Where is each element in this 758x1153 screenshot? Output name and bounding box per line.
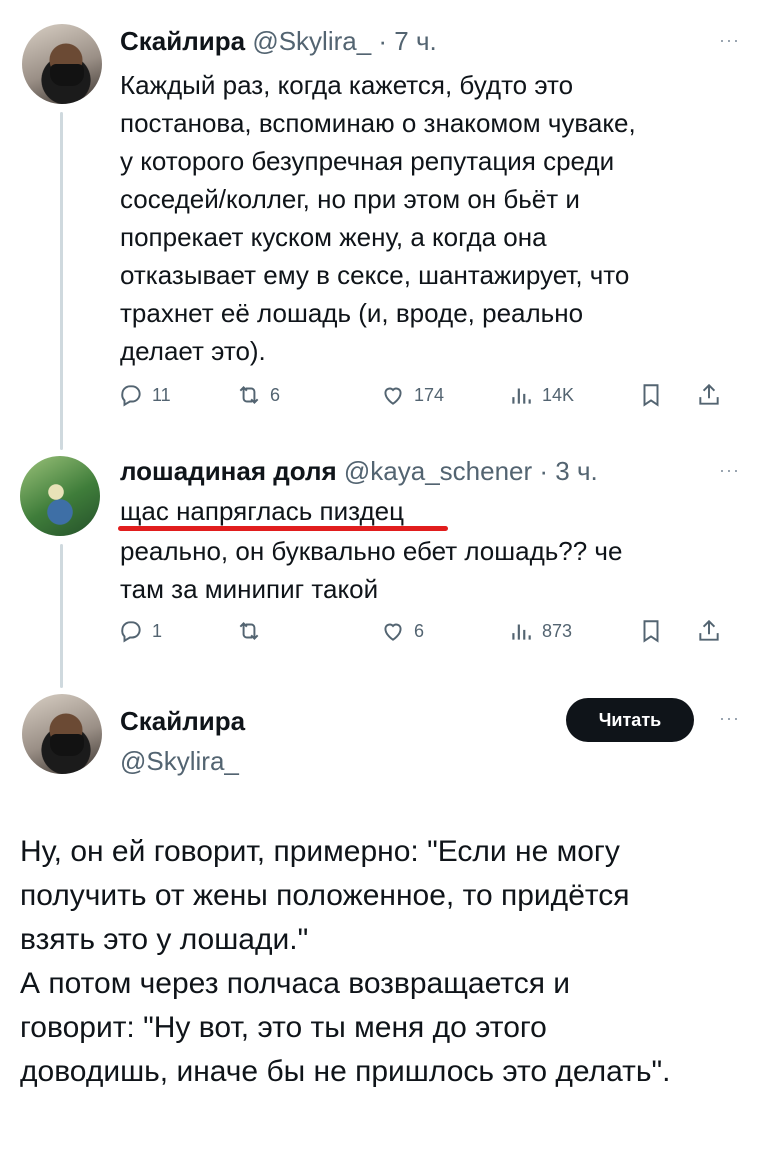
heart-icon [384, 387, 402, 405]
bookmark-icon [643, 384, 659, 407]
share-icon [699, 619, 719, 641]
red-underline-annotation [118, 526, 448, 531]
thread-line [60, 544, 63, 688]
follow-button[interactable]: Читать [566, 698, 694, 742]
face-mask-graphic [50, 64, 84, 86]
tweet-header: Скайлира @Skylira_ · 7 ч. [120, 26, 437, 57]
tweet-text: реально, он буквально ебет лошадь?? че т… [120, 536, 623, 604]
retweet-button[interactable]: 6 [236, 378, 280, 412]
tweet-2[interactable]: лошадиная доля @kaya_schener · 3 ч. ··· … [0, 448, 758, 688]
share-button[interactable] [696, 378, 730, 412]
like-count: 174 [414, 384, 445, 405]
views-count: 14K [542, 384, 575, 405]
share-button[interactable] [696, 614, 730, 648]
author-handle[interactable]: @Skylira_ [252, 26, 371, 56]
avatar[interactable] [22, 694, 102, 774]
views-icon [512, 624, 531, 640]
author-name[interactable]: Скайлира [120, 706, 245, 737]
like-button[interactable]: 174 [380, 378, 444, 412]
like-button[interactable]: 6 [380, 614, 424, 648]
reply-icon [121, 621, 141, 643]
retweet-icon [239, 622, 259, 640]
author-name[interactable]: лошадиная доля [120, 456, 337, 486]
tweet-3-focused[interactable]: Скайлира @Skylira_ Читать ··· Ну, он ей … [0, 690, 758, 1153]
tweet-header: лошадиная доля @kaya_schener · 3 ч. [120, 456, 598, 487]
author-name[interactable]: Скайлира [120, 26, 245, 56]
tweet-1[interactable]: Скайлира @Skylira_ · 7 ч. ··· Каждый раз… [0, 0, 758, 450]
author-handle[interactable]: @Skylira_ [120, 746, 239, 777]
tweet-text-highlighted: щас напряглась пиздец [120, 496, 405, 526]
more-options-icon[interactable]: ··· [719, 708, 740, 729]
avatar[interactable] [22, 24, 102, 104]
reply-icon [121, 385, 141, 407]
tweet-text: Каждый раз, когда кажется, будто это пос… [120, 70, 636, 366]
bookmark-button[interactable] [638, 614, 672, 648]
face-mask-graphic [50, 734, 84, 756]
bookmark-icon [643, 620, 659, 643]
reply-button[interactable]: 1 [118, 614, 162, 648]
reply-count: 11 [152, 384, 171, 405]
like-count: 6 [414, 620, 425, 641]
reply-button[interactable]: 11 [118, 378, 171, 412]
action-bar: 1 6 873 [118, 614, 738, 648]
action-bar: 11 6 174 14K [118, 378, 738, 412]
retweet-button[interactable] [236, 614, 270, 648]
timestamp[interactable]: · 7 ч. [378, 26, 436, 56]
tweet-text: Ну, он ей говорит, примерно: "Если не мо… [20, 835, 671, 1088]
thread-line [60, 112, 63, 450]
retweet-icon [239, 386, 259, 404]
retweet-count: 6 [270, 384, 281, 405]
views-button[interactable]: 14K [508, 378, 574, 412]
timestamp[interactable]: · 3 ч. [539, 456, 597, 486]
bookmark-button[interactable] [638, 378, 672, 412]
views-button[interactable]: 873 [508, 614, 572, 648]
author-handle[interactable]: @kaya_schener [344, 456, 532, 486]
heart-icon [384, 623, 402, 641]
views-icon [512, 388, 531, 404]
avatar[interactable] [20, 456, 100, 536]
share-icon [699, 383, 719, 405]
views-count: 873 [542, 620, 573, 641]
reply-count: 1 [152, 620, 163, 641]
more-options-icon[interactable]: ··· [719, 30, 740, 51]
more-options-icon[interactable]: ··· [719, 460, 740, 481]
